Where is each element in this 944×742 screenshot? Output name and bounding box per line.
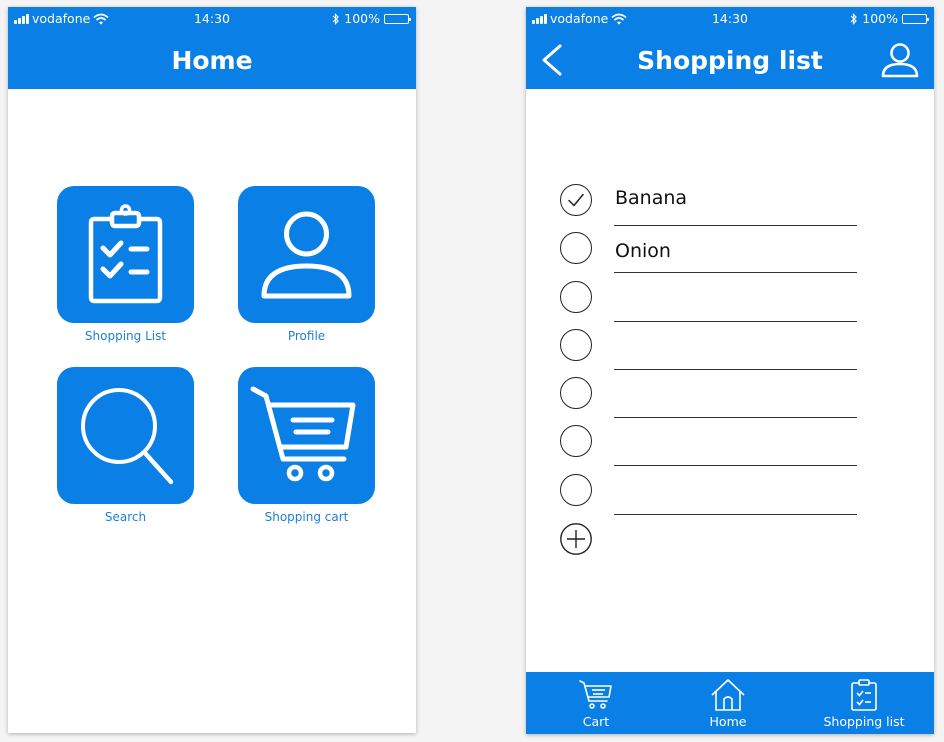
tab-home[interactable]: Home (678, 672, 778, 734)
shopping-list-label[interactable]: Shopping List (35, 329, 216, 343)
battery-icon (902, 13, 929, 24)
checkmark-icon (568, 193, 584, 207)
nav-bar: Shopping list (526, 31, 934, 89)
item-text[interactable]: Onion (615, 240, 671, 262)
battery-percent: 100% (344, 11, 380, 26)
item-input-line[interactable] (614, 225, 857, 226)
shopping-cart-icon (250, 386, 356, 482)
item-input-line[interactable] (614, 514, 857, 515)
item-checkbox[interactable] (560, 377, 592, 409)
item-checkbox[interactable] (560, 474, 592, 506)
status-bar: vodafone 14:30 100% (526, 7, 934, 31)
tab-home-label: Home (709, 714, 747, 729)
item-input-line[interactable] (614, 272, 857, 273)
house-icon (711, 679, 745, 711)
item-input-line[interactable] (614, 321, 857, 322)
clipboard-icon (851, 679, 877, 711)
bluetooth-icon (850, 12, 858, 25)
battery-info: 100% (850, 11, 929, 26)
tab-shopping-list-label: Shopping list (823, 714, 905, 729)
shopping-cart-label[interactable]: Shopping cart (216, 510, 397, 524)
tab-shopping-list[interactable]: Shopping list (811, 672, 917, 734)
home-screen: vodafone 14:30 100% Home Shopping List P… (8, 7, 416, 733)
item-input-line[interactable] (614, 465, 857, 466)
battery-percent: 100% (862, 11, 898, 26)
tab-cart-label: Cart (582, 714, 610, 729)
magnifier-icon (81, 388, 174, 485)
shopping-list-screen: vodafone 14:30 100% Shopping list Banana… (526, 7, 934, 734)
item-input-line[interactable] (614, 369, 857, 370)
bluetooth-icon (332, 12, 340, 25)
page-title: Shopping list (637, 46, 823, 75)
item-checkbox[interactable] (560, 329, 592, 361)
status-bar: vodafone 14:30 100% (8, 7, 416, 31)
user-icon[interactable] (880, 43, 920, 79)
item-checkbox[interactable] (560, 232, 592, 264)
item-input-line[interactable] (614, 417, 857, 418)
item-checkbox[interactable] (560, 425, 592, 457)
plus-circle-icon[interactable] (560, 523, 592, 555)
battery-info: 100% (332, 11, 411, 26)
item-checkbox[interactable] (560, 184, 592, 216)
battery-icon (384, 13, 411, 24)
search-tile[interactable] (57, 367, 194, 504)
item-text[interactable]: Banana (615, 187, 687, 209)
search-label[interactable]: Search (35, 510, 216, 524)
shopping-cart-tile[interactable] (238, 367, 375, 504)
cart-icon (579, 680, 612, 709)
clipboard-checklist-icon (88, 204, 163, 304)
nav-bar: Home (8, 31, 416, 89)
profile-tile[interactable] (238, 186, 375, 323)
item-checkbox[interactable] (560, 281, 592, 313)
page-title: Home (171, 46, 253, 75)
tab-bar: Cart Home Shopping list (526, 672, 934, 734)
shopping-list-tile[interactable] (57, 186, 194, 323)
profile-label[interactable]: Profile (216, 329, 397, 343)
tab-cart[interactable]: Cart (546, 672, 646, 734)
user-icon (261, 211, 352, 299)
